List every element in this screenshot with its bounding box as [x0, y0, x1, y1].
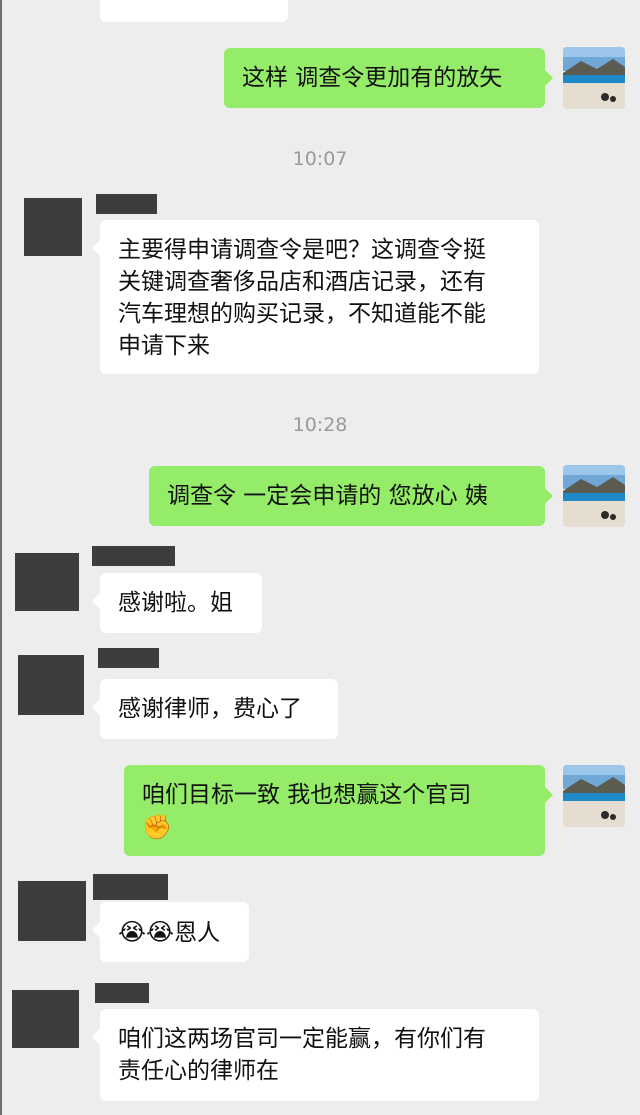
message-line: 责任心的律师在 [118, 1058, 279, 1084]
message-line: 关键调查奢侈品店和酒店记录，还有 [118, 269, 486, 295]
contact-avatar[interactable] [18, 881, 86, 941]
message-bubble-outgoing[interactable]: 这样 调查令更加有的放矢 [224, 48, 553, 108]
contact-name [95, 983, 149, 1003]
contact-name [98, 648, 159, 668]
landscape-avatar-icon [563, 465, 625, 527]
my-avatar[interactable] [563, 47, 625, 109]
contact-avatar[interactable] [24, 198, 82, 256]
crying-emoji-icon: 😭😭 [118, 918, 175, 946]
landscape-avatar-icon [563, 47, 625, 109]
fist-emoji-icon: ✊ [142, 813, 172, 841]
contact-avatar[interactable] [15, 553, 79, 611]
message-line: 咱们这两场官司一定能赢，有你们有 [118, 1026, 486, 1052]
message-bubble-outgoing[interactable]: 调查令 一定会申请的 您放心 姨 [149, 466, 553, 526]
message-text: 调查令 一定会申请的 您放心 姨 [167, 483, 488, 509]
message-bubble-incoming[interactable]: 感谢啦。姐 [92, 573, 262, 633]
message-line: 汽车理想的购买记录，不知道能不能 [118, 301, 486, 327]
message-bubble-incoming[interactable]: 咱们这两场官司一定能赢，有你们有 责任心的律师在 [92, 1009, 539, 1101]
timestamp: 10:07 [292, 148, 348, 170]
message-bubble-outgoing[interactable]: 咱们目标一致 我也想赢这个官司 ✊ [124, 765, 553, 856]
my-avatar[interactable] [563, 465, 625, 527]
message-text: 感谢啦。姐 [118, 590, 233, 616]
contact-avatar[interactable] [18, 655, 84, 715]
contact-name [96, 194, 157, 214]
message-text: 这样 调查令更加有的放矢 [242, 65, 503, 91]
message-text: 咱们目标一致 我也想赢这个官司 [142, 782, 472, 808]
contact-name [93, 874, 168, 900]
contact-name [92, 546, 175, 566]
timestamp: 10:28 [292, 414, 348, 436]
message-bubble-incoming[interactable]: 感谢律师，费心了 [92, 679, 338, 739]
message-bubble-incoming[interactable]: 😭😭恩人 [92, 902, 249, 962]
message-text: 恩人 [174, 920, 221, 946]
message-line: 主要得申请调查令是吧？这调查令挺 [118, 237, 486, 263]
contact-avatar[interactable] [12, 990, 79, 1048]
partial-bubble [100, 0, 288, 22]
message-line: 申请下来 [118, 333, 210, 359]
landscape-avatar-icon [563, 765, 625, 827]
message-text: 感谢律师，费心了 [118, 696, 302, 722]
message-bubble-incoming[interactable]: 主要得申请调查令是吧？这调查令挺 关键调查奢侈品店和酒店记录，还有 汽车理想的购… [92, 220, 539, 374]
my-avatar[interactable] [563, 765, 625, 827]
